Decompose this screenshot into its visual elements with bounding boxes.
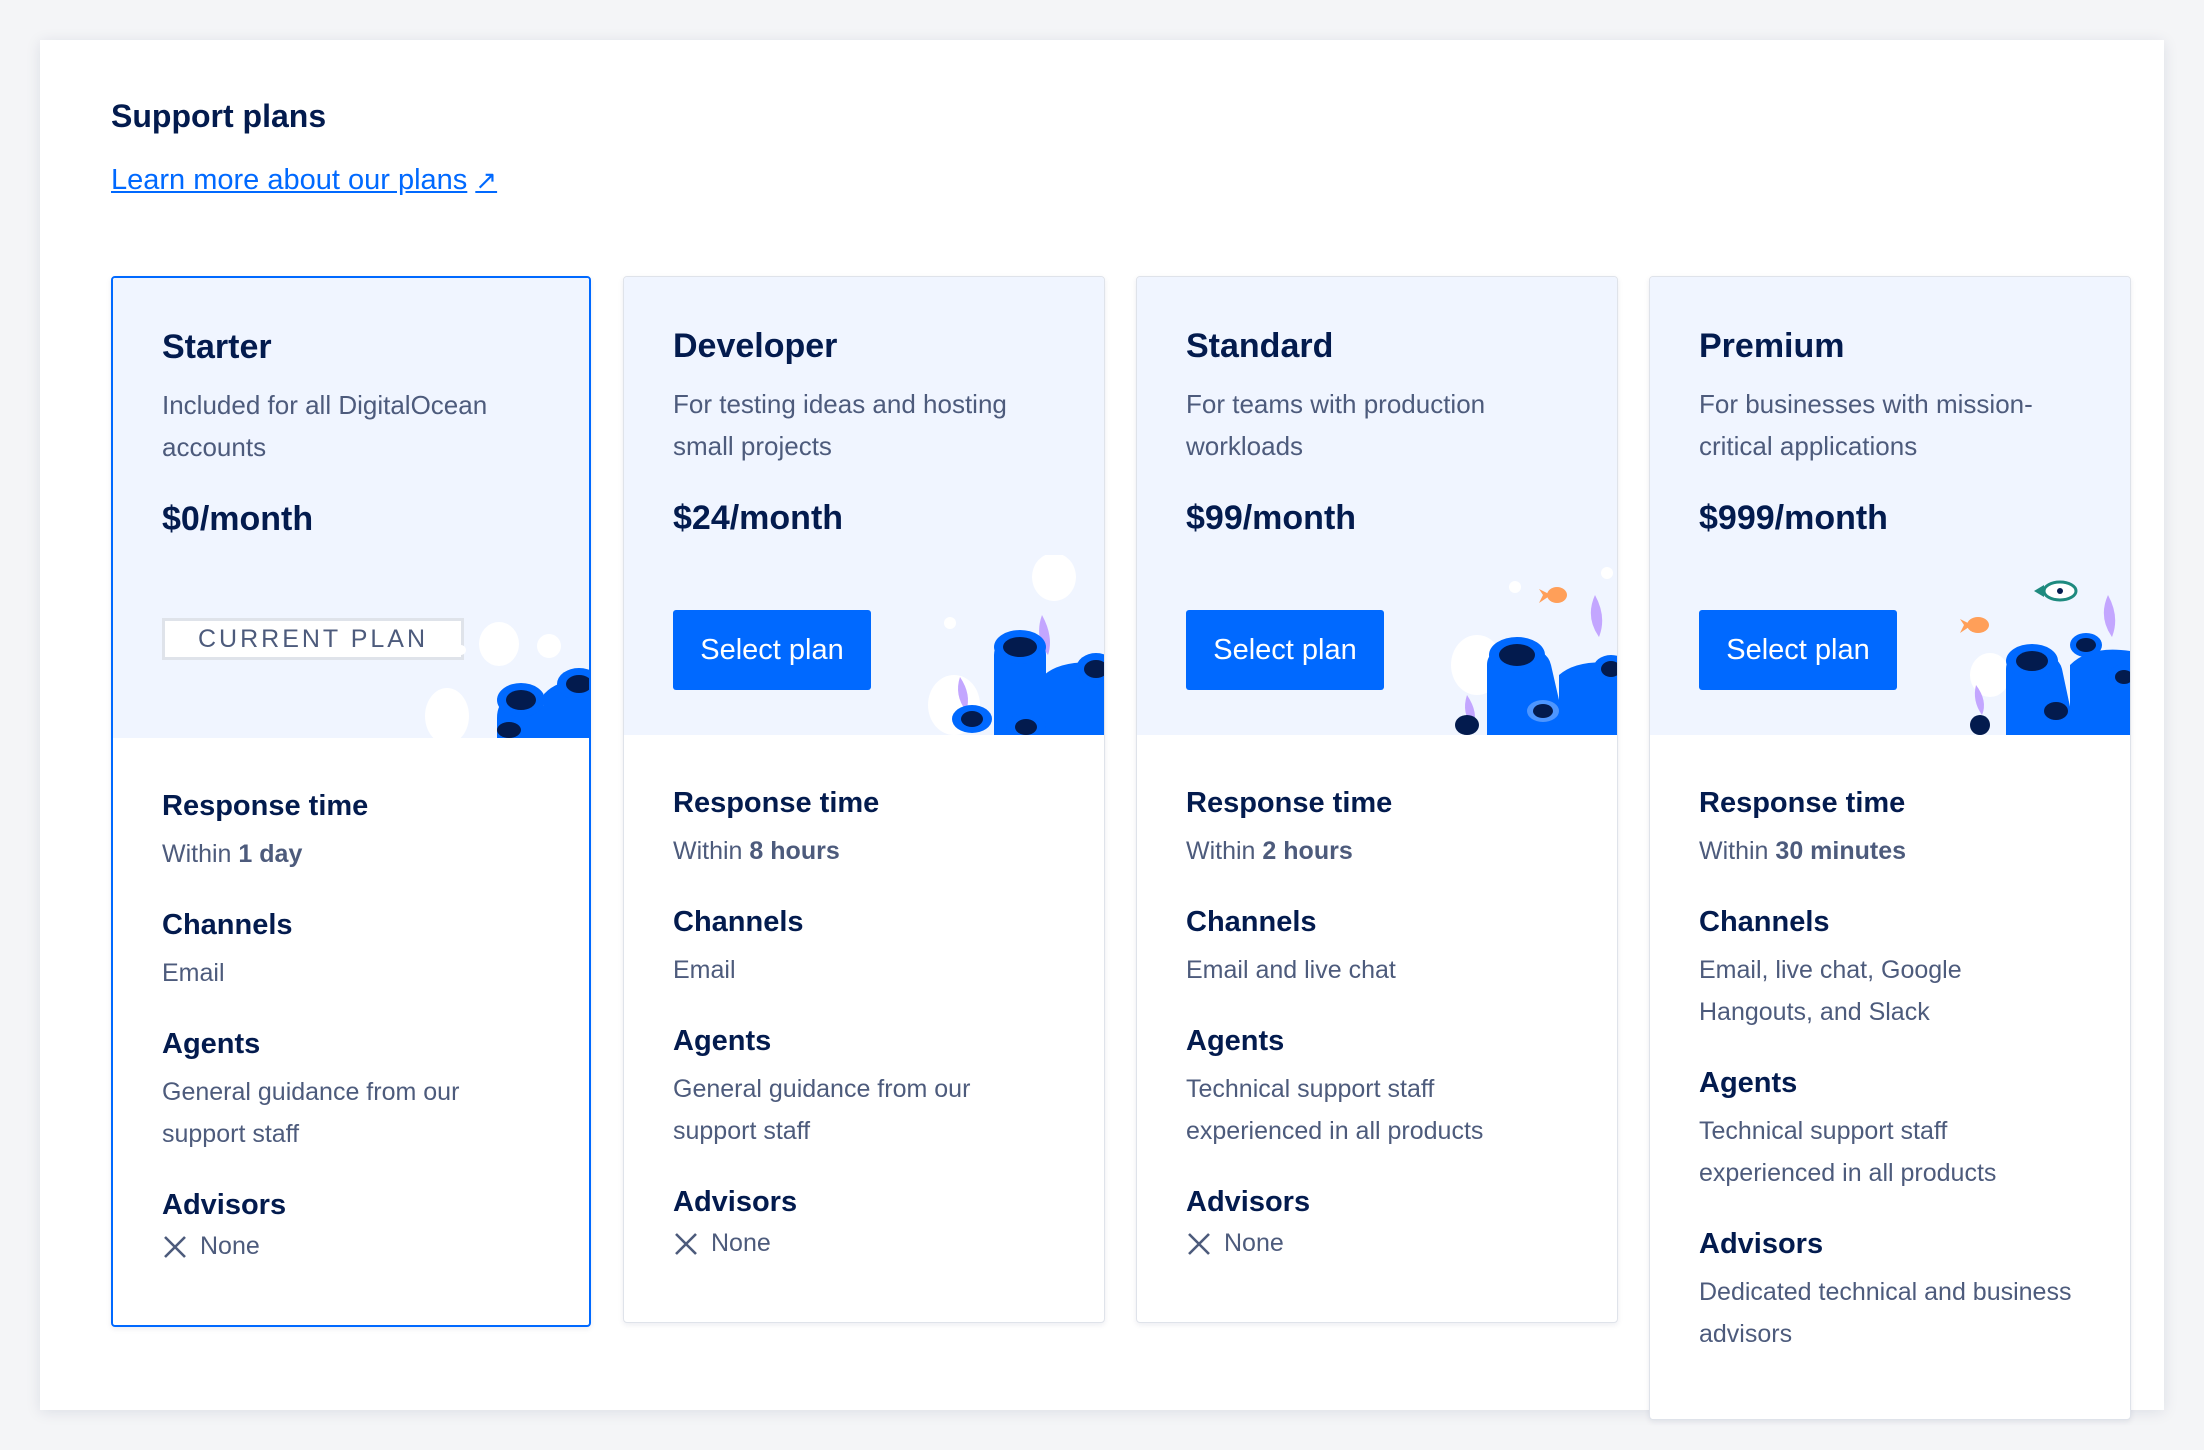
plan-card-features: Response time Within 8 hours Channels Em… bbox=[624, 735, 1104, 1322]
feature-value: Technical support staff experienced in a… bbox=[1699, 1117, 1997, 1187]
feature-label: Response time bbox=[1186, 787, 1393, 819]
feature-agents: Agents General guidance from our support… bbox=[673, 1025, 1055, 1152]
plan-card-features: Response time Within 2 hours Channels Em… bbox=[1137, 735, 1617, 1322]
feature-value: Dedicated technical and business advisor… bbox=[1699, 1278, 2072, 1348]
advisors-value: None bbox=[200, 1232, 260, 1260]
feature-advisors: Advisors Dedicated technical and busines… bbox=[1699, 1228, 2081, 1355]
feature-value: Within 1 day bbox=[162, 833, 540, 875]
plan-card-header: Developer For testing ideas and hosting … bbox=[624, 277, 1104, 735]
feature-label: Response time bbox=[1699, 787, 1906, 819]
feature-label: Agents bbox=[673, 1025, 772, 1057]
feature-value: Technical support staff experienced in a… bbox=[1186, 1075, 1484, 1145]
plan-card-developer: Developer For testing ideas and hosting … bbox=[623, 276, 1105, 1323]
plan-description: For teams with production workloads bbox=[1186, 389, 1486, 461]
select-plan-button[interactable]: Select plan bbox=[1699, 610, 1897, 690]
plan-card-header: Premium For businesses with mission-crit… bbox=[1650, 277, 2130, 735]
external-arrow-icon: ↗ bbox=[475, 165, 498, 195]
feature-value: Email and live chat bbox=[1186, 956, 1396, 984]
feature-value: None bbox=[162, 1232, 540, 1261]
feature-value: None bbox=[1186, 1229, 1568, 1258]
learn-more-link[interactable]: Learn more about our plans ↗ bbox=[111, 164, 497, 197]
coral-illustration bbox=[1960, 580, 2130, 735]
feature-label: Agents bbox=[1699, 1067, 1798, 1099]
support-plans-panel: Support plans Learn more about our plans… bbox=[40, 40, 2164, 1420]
plan-description: For testing ideas and hosting small proj… bbox=[673, 389, 1007, 461]
feature-label: Agents bbox=[1186, 1025, 1285, 1057]
feature-channels: Channels Email bbox=[673, 906, 1055, 991]
feature-label: Channels bbox=[1186, 906, 1317, 938]
feature-agents: Agents Technical support staff experienc… bbox=[1699, 1067, 2081, 1194]
plan-name: Starter bbox=[162, 328, 272, 366]
plan-card-standard: Standard For teams with production workl… bbox=[1136, 276, 1618, 1323]
feature-label: Advisors bbox=[1699, 1228, 1824, 1260]
plan-card-premium: Premium For businesses with mission-crit… bbox=[1649, 276, 2131, 1420]
advisors-value: None bbox=[711, 1229, 771, 1257]
plan-card-features: Response time Within 1 day Channels Emai… bbox=[113, 738, 589, 1325]
page-title: Support plans bbox=[111, 98, 327, 134]
feature-label: Response time bbox=[673, 787, 880, 819]
feature-value: Within 8 hours bbox=[673, 830, 1055, 872]
feature-label: Channels bbox=[1699, 906, 1830, 938]
close-icon bbox=[675, 1232, 697, 1255]
feature-value: Email bbox=[162, 959, 225, 987]
feature-channels: Channels Email bbox=[162, 909, 540, 994]
response-value: 8 hours bbox=[749, 837, 840, 865]
feature-value: Within 30 minutes bbox=[1699, 830, 2081, 872]
plan-price: $99/month bbox=[1186, 499, 1357, 537]
select-plan-button[interactable]: Select plan bbox=[1186, 610, 1384, 690]
close-icon bbox=[1188, 1232, 1210, 1255]
response-prefix: Within bbox=[1186, 837, 1256, 865]
plan-card-features: Response time Within 30 minutes Channels… bbox=[1650, 735, 2130, 1419]
plan-description: Included for all DigitalOcean accounts bbox=[162, 390, 488, 462]
feature-value: Email bbox=[673, 956, 736, 984]
feature-label: Agents bbox=[162, 1028, 261, 1060]
feature-value: General guidance from our support staff bbox=[673, 1075, 971, 1145]
feature-value: General guidance from our support staff bbox=[162, 1078, 460, 1148]
feature-value: Email, live chat, Google Hangouts, and S… bbox=[1699, 956, 1962, 1026]
feature-advisors: Advisors None bbox=[673, 1186, 1055, 1258]
feature-channels: Channels Email, live chat, Google Hangou… bbox=[1699, 906, 2081, 1033]
response-prefix: Within bbox=[1699, 837, 1769, 865]
advisors-value: None bbox=[1224, 1229, 1284, 1257]
feature-label: Channels bbox=[162, 909, 293, 941]
feature-response-time: Response time Within 2 hours bbox=[1186, 787, 1568, 872]
feature-label: Advisors bbox=[162, 1189, 287, 1221]
feature-channels: Channels Email and live chat bbox=[1186, 906, 1568, 991]
coral-illustration bbox=[928, 555, 1104, 735]
feature-value: Within 2 hours bbox=[1186, 830, 1568, 872]
feature-agents: Agents General guidance from our support… bbox=[162, 1028, 540, 1155]
close-icon bbox=[164, 1235, 186, 1258]
plan-price: $0/month bbox=[162, 500, 314, 538]
feature-label: Advisors bbox=[673, 1186, 798, 1218]
plan-card-header: Starter Included for all DigitalOcean ac… bbox=[113, 278, 589, 738]
coral-illustration bbox=[1451, 567, 1617, 735]
learn-more-label: Learn more about our plans bbox=[111, 164, 468, 196]
feature-label: Advisors bbox=[1186, 1186, 1311, 1218]
coral-illustration bbox=[425, 622, 589, 738]
response-value: 1 day bbox=[238, 840, 303, 868]
response-prefix: Within bbox=[673, 837, 743, 865]
feature-value: None bbox=[673, 1229, 1055, 1258]
feature-advisors: Advisors None bbox=[162, 1189, 540, 1261]
feature-label: Response time bbox=[162, 790, 369, 822]
response-value: 2 hours bbox=[1262, 837, 1353, 865]
feature-label: Channels bbox=[673, 906, 804, 938]
feature-response-time: Response time Within 1 day bbox=[162, 790, 540, 875]
plan-price: $24/month bbox=[673, 499, 844, 537]
plan-name: Premium bbox=[1699, 327, 1845, 365]
plan-name: Standard bbox=[1186, 327, 1334, 365]
response-value: 30 minutes bbox=[1775, 837, 1907, 865]
feature-response-time: Response time Within 8 hours bbox=[673, 787, 1055, 872]
plan-card-starter: Starter Included for all DigitalOcean ac… bbox=[111, 276, 591, 1327]
plan-card-header: Standard For teams with production workl… bbox=[1137, 277, 1617, 735]
feature-advisors: Advisors None bbox=[1186, 1186, 1568, 1258]
feature-response-time: Response time Within 30 minutes bbox=[1699, 787, 2081, 872]
response-prefix: Within bbox=[162, 840, 232, 868]
select-plan-button[interactable]: Select plan bbox=[673, 610, 871, 690]
plan-description: For businesses with mission-critical app… bbox=[1699, 389, 2033, 461]
plan-name: Developer bbox=[673, 327, 838, 365]
plan-price: $999/month bbox=[1699, 499, 1888, 537]
feature-agents: Agents Technical support staff experienc… bbox=[1186, 1025, 1568, 1152]
